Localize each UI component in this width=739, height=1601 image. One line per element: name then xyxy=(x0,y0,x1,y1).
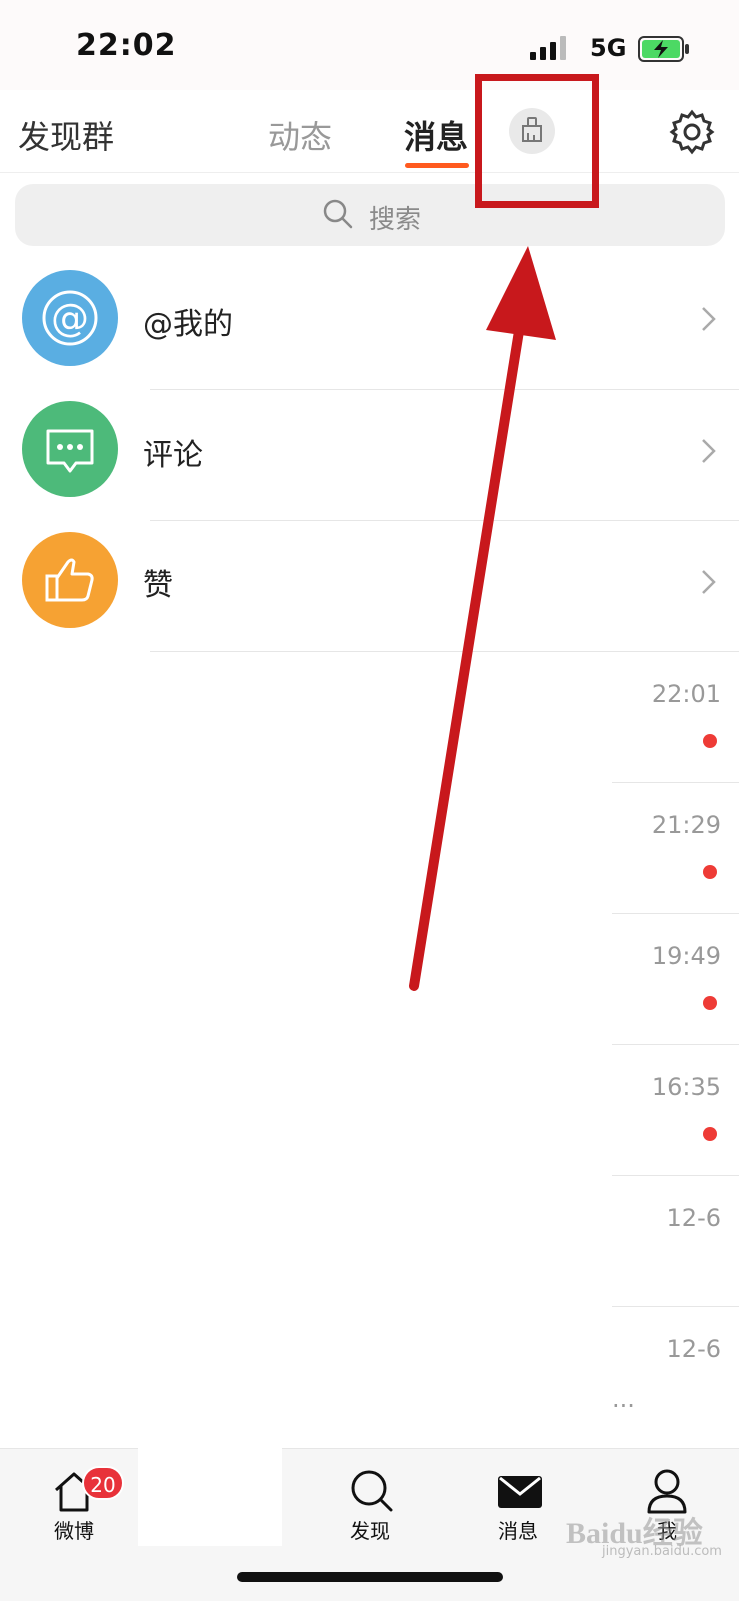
home-indicator xyxy=(237,1572,503,1582)
home-badge: 20 xyxy=(82,1466,124,1500)
search-icon xyxy=(348,1468,396,1514)
nav-label-discover: 发现 xyxy=(350,1519,390,1543)
blank-patch xyxy=(138,1434,282,1546)
nav-label-messages: 消息 xyxy=(498,1519,538,1543)
pointer-arrow-annotation xyxy=(409,246,556,991)
nav-label-home: 微博 xyxy=(54,1519,94,1543)
mail-icon xyxy=(496,1472,544,1518)
watermark-url: jingyan.baidu.com xyxy=(602,1544,722,1559)
